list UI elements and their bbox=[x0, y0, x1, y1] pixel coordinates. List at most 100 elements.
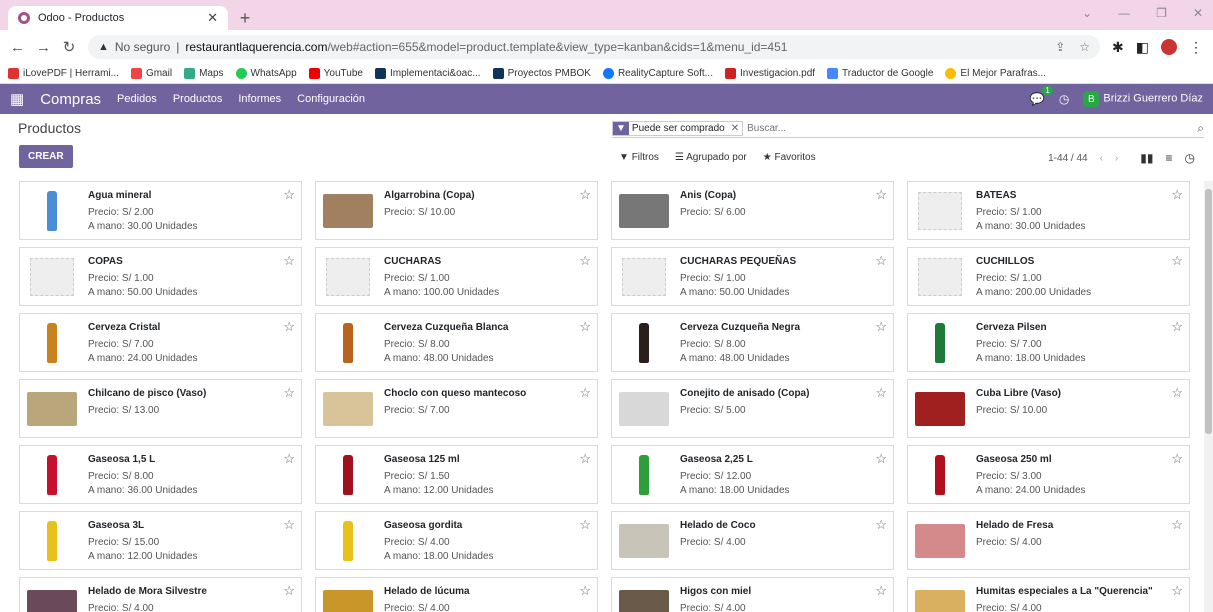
share-icon[interactable]: ⇪ bbox=[1055, 40, 1065, 54]
favorite-star-icon[interactable]: ☆ bbox=[283, 517, 295, 533]
scrollbar[interactable] bbox=[1204, 181, 1213, 612]
puzzle-icon[interactable]: ✱ bbox=[1112, 39, 1124, 56]
user-menu[interactable]: B Brizzi Guerrero Díaz bbox=[1083, 91, 1203, 107]
product-card[interactable]: Helado de Fresa Precio: S/ 4.00 ☆ bbox=[907, 511, 1190, 570]
product-card[interactable]: Cerveza Cuzqueña Blanca Precio: S/ 8.00 A … bbox=[315, 313, 598, 372]
product-card[interactable]: Agua mineral Precio: S/ 2.00 A mano: 30.00… bbox=[19, 181, 302, 240]
product-card[interactable]: Helado de lúcuma Precio: S/ 4.00 ☆ bbox=[315, 577, 598, 612]
favorite-star-icon[interactable]: ☆ bbox=[875, 385, 887, 401]
filter-facet[interactable]: ▼ Puede ser comprado ✕ bbox=[612, 121, 744, 136]
favorite-star-icon[interactable]: ☆ bbox=[1171, 583, 1183, 599]
bookmark-item[interactable]: RealityCapture Soft... bbox=[602, 68, 713, 79]
activity-clock-icon[interactable]: ◷ bbox=[1059, 92, 1069, 106]
favorite-star-icon[interactable]: ☆ bbox=[579, 385, 591, 401]
favorite-star-icon[interactable]: ☆ bbox=[1171, 319, 1183, 335]
filters-button[interactable]: ▼ Filtros bbox=[619, 152, 659, 163]
profile-avatar[interactable] bbox=[1161, 39, 1177, 55]
favorites-button[interactable]: ★ Favoritos bbox=[763, 152, 816, 163]
kanban-view-icon[interactable]: ▮▮ bbox=[1140, 151, 1153, 165]
favorite-star-icon[interactable]: ☆ bbox=[579, 451, 591, 467]
search-icon[interactable]: ⌕ bbox=[1197, 121, 1204, 136]
bookmark-item[interactable]: Investigacion.pdf bbox=[724, 68, 815, 79]
favorite-star-icon[interactable]: ☆ bbox=[1171, 253, 1183, 269]
favorite-star-icon[interactable]: ☆ bbox=[875, 253, 887, 269]
chevron-down-icon[interactable]: ⌄ bbox=[1082, 6, 1092, 20]
search-input[interactable] bbox=[747, 123, 1194, 134]
favorite-star-icon[interactable]: ☆ bbox=[283, 187, 295, 203]
favorite-star-icon[interactable]: ☆ bbox=[875, 451, 887, 467]
favorite-star-icon[interactable]: ☆ bbox=[579, 253, 591, 269]
favorite-star-icon[interactable]: ☆ bbox=[579, 583, 591, 599]
close-window-button[interactable]: ✕ bbox=[1193, 6, 1203, 20]
bookmark-item[interactable]: El Mejor Parafras... bbox=[945, 68, 1046, 79]
menu-informes[interactable]: Informes bbox=[238, 93, 281, 105]
product-card[interactable]: Conejito de anisado (Copa) Precio: S/ 5.0… bbox=[611, 379, 894, 438]
product-card[interactable]: Gaseosa 125 ml Precio: S/ 1.50 A mano: 12.… bbox=[315, 445, 598, 504]
product-card[interactable]: Gaseosa 2,25 L Precio: S/ 12.00 A mano: 18… bbox=[611, 445, 894, 504]
activity-view-icon[interactable]: ◷ bbox=[1185, 151, 1195, 165]
browser-tab[interactable]: Odoo - Productos ✕ bbox=[8, 6, 228, 30]
close-tab-icon[interactable]: ✕ bbox=[207, 10, 218, 26]
product-card[interactable]: Cuba Libre (Vaso) Precio: S/ 10.00 ☆ bbox=[907, 379, 1190, 438]
menu-productos[interactable]: Productos bbox=[173, 93, 223, 105]
product-card[interactable]: Helado de Mora Silvestre Precio: S/ 4.00 ☆ bbox=[19, 577, 302, 612]
create-button[interactable]: CREAR bbox=[19, 145, 73, 168]
bookmark-item[interactable]: Traductor de Google bbox=[827, 68, 933, 79]
apps-grid-icon[interactable]: ▦ bbox=[10, 90, 24, 108]
remove-facet-icon[interactable]: ✕ bbox=[728, 123, 742, 134]
product-card[interactable]: CUCHILLOS Precio: S/ 1.00 A mano: 200.00 U… bbox=[907, 247, 1190, 306]
sidepanel-icon[interactable]: ◧ bbox=[1136, 39, 1149, 56]
product-card[interactable]: COPAS Precio: S/ 1.00 A mano: 50.00 Unidad… bbox=[19, 247, 302, 306]
product-card[interactable]: CUCHARAS Precio: S/ 1.00 A mano: 100.00 Un… bbox=[315, 247, 598, 306]
product-card[interactable]: Cerveza Pilsen Precio: S/ 7.00 A mano: 18.… bbox=[907, 313, 1190, 372]
bookmark-star-icon[interactable]: ☆ bbox=[1079, 40, 1090, 54]
product-card[interactable]: Cerveza Cristal Precio: S/ 7.00 A mano: 24… bbox=[19, 313, 302, 372]
product-card[interactable]: BATEAS Precio: S/ 1.00 A mano: 30.00 Unida… bbox=[907, 181, 1190, 240]
favorite-star-icon[interactable]: ☆ bbox=[579, 319, 591, 335]
product-card[interactable]: Higos con miel Precio: S/ 4.00 ☆ bbox=[611, 577, 894, 612]
favorite-star-icon[interactable]: ☆ bbox=[579, 187, 591, 203]
menu-configuracion[interactable]: Configuración bbox=[297, 93, 365, 105]
product-card[interactable]: Gaseosa gordita Precio: S/ 4.00 A mano: 18… bbox=[315, 511, 598, 570]
bookmark-item[interactable]: WhatsApp bbox=[235, 68, 297, 79]
favorite-star-icon[interactable]: ☆ bbox=[1171, 187, 1183, 203]
restore-button[interactable]: ❐ bbox=[1156, 6, 1167, 20]
bookmark-item[interactable]: Proyectos PMBOK bbox=[492, 68, 591, 79]
product-card[interactable]: Helado de Coco Precio: S/ 4.00 ☆ bbox=[611, 511, 894, 570]
new-tab-button[interactable]: + bbox=[232, 6, 258, 30]
minimize-button[interactable]: — bbox=[1118, 6, 1130, 20]
pager-next-icon[interactable]: › bbox=[1115, 153, 1118, 164]
app-name[interactable]: Compras bbox=[40, 91, 101, 108]
bookmark-item[interactable]: iLovePDF | Herrami... bbox=[8, 68, 119, 79]
product-card[interactable]: Gaseosa 3L Precio: S/ 15.00 A mano: 12.00 … bbox=[19, 511, 302, 570]
favorite-star-icon[interactable]: ☆ bbox=[875, 319, 887, 335]
favorite-star-icon[interactable]: ☆ bbox=[283, 451, 295, 467]
product-card[interactable]: CUCHARAS PEQUEÑAS Precio: S/ 1.00 A mano: … bbox=[611, 247, 894, 306]
product-card[interactable]: Anis (Copa) Precio: S/ 6.00 ☆ bbox=[611, 181, 894, 240]
group-by-button[interactable]: ☰ Agrupado por bbox=[675, 152, 747, 163]
menu-dots-icon[interactable]: ⋮ bbox=[1189, 39, 1203, 56]
product-card[interactable]: Algarrobina (Copa) Precio: S/ 10.00 ☆ bbox=[315, 181, 598, 240]
favorite-star-icon[interactable]: ☆ bbox=[283, 253, 295, 269]
address-bar[interactable]: ▲ No seguro | restaurantlaquerencia.com /… bbox=[88, 35, 1101, 59]
chat-icon[interactable]: 💬 1 bbox=[1030, 86, 1053, 106]
product-card[interactable]: Choclo con queso mantecoso Precio: S/ 7.0… bbox=[315, 379, 598, 438]
menu-pedidos[interactable]: Pedidos bbox=[117, 93, 157, 105]
favorite-star-icon[interactable]: ☆ bbox=[283, 385, 295, 401]
favorite-star-icon[interactable]: ☆ bbox=[283, 583, 295, 599]
favorite-star-icon[interactable]: ☆ bbox=[875, 583, 887, 599]
pager-prev-icon[interactable]: ‹ bbox=[1100, 153, 1103, 164]
bookmark-item[interactable]: YouTube bbox=[308, 68, 363, 79]
bookmark-item[interactable]: Gmail bbox=[130, 68, 172, 79]
product-card[interactable]: Humitas especiales a La "Querencia" Preci… bbox=[907, 577, 1190, 612]
bookmark-item[interactable]: Implementaci&oac... bbox=[374, 68, 481, 79]
favorite-star-icon[interactable]: ☆ bbox=[1171, 517, 1183, 533]
product-card[interactable]: Gaseosa 250 ml Precio: S/ 3.00 A mano: 24.… bbox=[907, 445, 1190, 504]
back-button[interactable]: ← bbox=[10, 39, 25, 56]
favorite-star-icon[interactable]: ☆ bbox=[875, 187, 887, 203]
list-view-icon[interactable]: ≡ bbox=[1166, 151, 1173, 165]
forward-button[interactable]: → bbox=[36, 39, 51, 56]
favorite-star-icon[interactable]: ☆ bbox=[875, 517, 887, 533]
product-card[interactable]: Gaseosa 1,5 L Precio: S/ 8.00 A mano: 36.0… bbox=[19, 445, 302, 504]
reload-button[interactable]: ↻ bbox=[62, 38, 76, 56]
